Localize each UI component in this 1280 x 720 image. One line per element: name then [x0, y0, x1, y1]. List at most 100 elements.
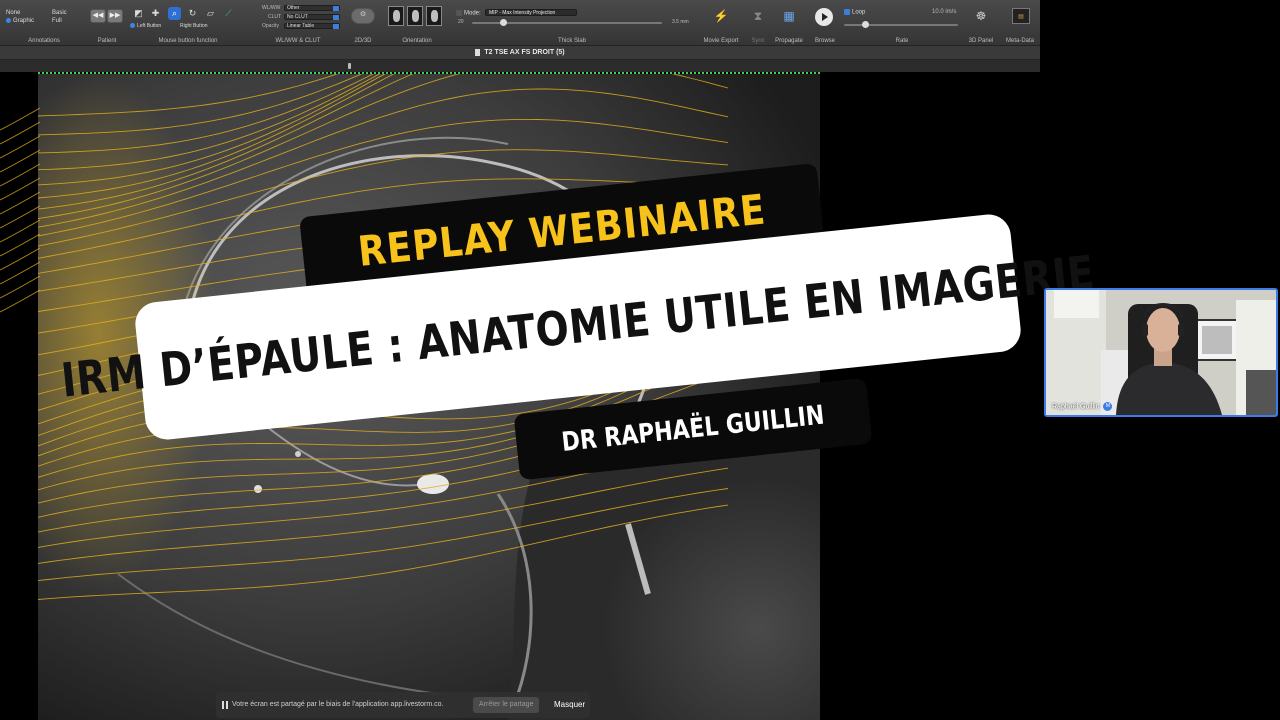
wlww-group: WL/WW Other CLUT No CLUT Opacity Linear …: [250, 0, 346, 46]
share-message: Votre écran est partagé par le biais de …: [232, 701, 444, 708]
coronal-orientation-icon[interactable]: [407, 6, 423, 26]
rotate-tool-icon[interactable]: ↻: [186, 7, 199, 20]
stop-sharing-button[interactable]: Arrêter le partage: [473, 697, 540, 713]
contrast-tool-icon[interactable]: ◩: [132, 7, 145, 20]
webcam-video: [1046, 290, 1276, 415]
checkbox-icon: [844, 9, 850, 15]
metadata-group: ▤ Meta-Data: [1000, 0, 1040, 46]
view-2d3d-label: 2D/3D: [354, 38, 372, 44]
rate-label: Rate: [895, 38, 909, 44]
annotations-label: Annotations: [28, 38, 60, 44]
propagate-icon[interactable]: ▦: [781, 8, 797, 24]
screen-share-bar: Votre écran est partagé par le biais de …: [216, 692, 590, 718]
movie-export-group: ⚡ Movie Export: [696, 0, 746, 46]
thick-slab-group: Mode: 20 3.5 mm Thick Slab: [452, 0, 692, 46]
slab-count: 20: [458, 19, 464, 25]
movie-export-label: Movie Export: [703, 38, 739, 44]
orientation-label: Orientation: [402, 38, 432, 44]
axial-orientation-icon[interactable]: [388, 6, 404, 26]
measure-tool-icon[interactable]: ⟋: [222, 7, 235, 20]
metadata-label: Meta-Data: [1005, 38, 1034, 44]
thick-slab-toggle[interactable]: Mode:: [456, 10, 481, 17]
rate-slider[interactable]: [844, 21, 958, 28]
panel-3d-icon[interactable]: ☸: [973, 8, 989, 24]
slider-knob[interactable]: [500, 19, 507, 26]
contour-line: [0, 163, 40, 187]
scroll-marker[interactable]: [348, 63, 351, 69]
sagittal-orientation-icon[interactable]: [426, 6, 442, 26]
contour-line: [0, 233, 40, 257]
annotations-group: None Graphic Basic Full Annotations: [0, 0, 88, 46]
rate-group: Loop 10.0 im/s Rate: [842, 0, 962, 46]
opacity-label: Opacity: [262, 23, 279, 29]
hide-button[interactable]: Masquer: [554, 692, 585, 718]
mouse-function-label: Mouse button function: [158, 38, 218, 44]
contour-line: [0, 261, 40, 285]
annotation-option-basic[interactable]: Basic: [52, 10, 67, 16]
viewer-scroll-track: [0, 60, 1040, 72]
orientation-group: Orientation: [382, 0, 452, 46]
mouse-function-group: ◩ ✚ ⌕ ↻ ▱ ⟋ Left Button Right Button Mou…: [128, 0, 248, 46]
participant-badge-icon: M: [1103, 402, 1113, 411]
thick-slab-label: Thick Slab: [557, 38, 586, 44]
previous-patient-button[interactable]: ◀◀: [90, 9, 106, 23]
document-icon: [475, 48, 481, 56]
webcam-tile[interactable]: Raphaël Guillin M: [1044, 288, 1278, 417]
patient-label: Patient: [97, 38, 117, 44]
clut-select[interactable]: No CLUT: [284, 14, 340, 20]
projection-mode-select[interactable]: MIP - Max Intensity Projection: [485, 9, 577, 16]
contour-line: [0, 177, 40, 201]
contour-line: [0, 205, 40, 229]
contour-line: [0, 149, 40, 173]
view-2d3d-button[interactable]: ⊙: [351, 8, 375, 24]
annotation-option-graphic[interactable]: Graphic: [6, 18, 34, 24]
pause-icon[interactable]: [222, 701, 228, 709]
contour-line: [0, 275, 40, 299]
panel3d-group: ☸ 3D Panel: [962, 0, 1000, 46]
slab-slider[interactable]: [472, 19, 662, 26]
checkbox-icon: [456, 10, 462, 16]
browse-label: Browse: [814, 38, 835, 44]
contour-line: [0, 289, 40, 313]
contour-line: [0, 219, 40, 243]
contour-line: [0, 107, 40, 131]
annotation-option-none[interactable]: None: [6, 10, 20, 16]
opacity-select[interactable]: Linear Table: [284, 23, 340, 29]
participant-name-label: Raphaël Guillin M: [1052, 402, 1113, 411]
panel3d-label: 3D Panel: [968, 38, 994, 44]
play-icon[interactable]: [815, 8, 833, 26]
sync-icon[interactable]: ⧗: [750, 8, 766, 24]
wlww-group-label: WL/WW & CLUT: [275, 38, 321, 44]
loop-checkbox[interactable]: Loop: [844, 9, 865, 16]
left-button-option[interactable]: Left Button: [130, 23, 161, 29]
erase-tool-icon[interactable]: ▱: [204, 7, 217, 20]
next-patient-button[interactable]: ▶▶: [107, 9, 123, 23]
right-button-option[interactable]: Right Button: [180, 23, 208, 29]
movie-export-icon[interactable]: ⚡: [713, 8, 729, 24]
contour-line: [0, 135, 40, 159]
annotation-option-full[interactable]: Full: [52, 18, 62, 24]
propagate-label: Propagate: [775, 38, 803, 44]
viewer-toolbar: None Graphic Basic Full Annotations ◀◀ ▶…: [0, 0, 1040, 46]
propagate-group: ▦ Propagate: [770, 0, 808, 46]
contour-line: [0, 191, 40, 215]
sync-group: ⧗ Sync: [746, 0, 770, 46]
radio-icon: [130, 23, 135, 29]
series-title-bar: T2 TSE AX FS DROIT (5): [0, 46, 1040, 60]
wlww-label: WL/WW: [262, 5, 281, 11]
author-name: DR RAPHAËL GUILLIN: [560, 400, 826, 458]
move-tool-icon[interactable]: ✚: [149, 7, 162, 20]
metadata-icon[interactable]: ▤: [1012, 8, 1030, 24]
series-title: T2 TSE AX FS DROIT (5): [484, 49, 565, 56]
slab-thickness: 3.5 mm: [672, 19, 689, 25]
patient-group: ◀◀ ▶▶ Patient: [88, 0, 126, 46]
radio-icon: [6, 18, 11, 23]
wlww-select[interactable]: Other: [284, 5, 340, 11]
slider-knob[interactable]: [862, 21, 869, 28]
contour-line: [0, 121, 40, 145]
view-2d3d-group: ⊙ 2D/3D: [346, 0, 380, 46]
zoom-tool-icon[interactable]: ⌕: [168, 7, 181, 20]
sync-label: Sync: [751, 38, 765, 44]
rate-value: 10.0 im/s: [932, 9, 957, 15]
clut-label: CLUT: [268, 14, 282, 20]
